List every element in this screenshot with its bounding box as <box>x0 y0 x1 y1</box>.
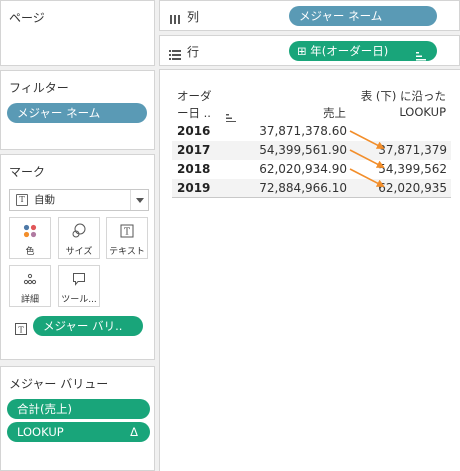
measure-values-title: メジャー バリュー <box>9 377 109 391</box>
mark-type-label: 自動 <box>34 194 55 206</box>
text-mark-icon: T <box>16 194 28 206</box>
svg-text:T: T <box>18 326 24 335</box>
rows-icon <box>169 45 181 64</box>
rows-shelf[interactable]: 行 ⊞ 年(オーダー日) <box>159 35 460 66</box>
pages-card[interactable]: ページ <box>0 0 155 66</box>
filters-card[interactable]: フィルター メジャー ネーム <box>0 70 155 150</box>
size-icon <box>59 223 99 238</box>
tableau-workspace: ページ フィルター メジャー ネーム マーク T 自動 色 サイズ T テキスト… <box>0 0 460 471</box>
marks-color-label: 色 <box>25 247 35 257</box>
marks-detail-label: 詳細 <box>20 295 39 305</box>
lookup-arrow <box>349 149 385 168</box>
measure-values-card: メジャー バリュー 合計(売上) LOOKUP Δ <box>0 366 155 471</box>
detail-icon <box>10 272 50 286</box>
marks-text-button[interactable]: T テキスト <box>106 217 148 259</box>
lookup-arrows <box>349 130 385 187</box>
measure-pill-lookup[interactable]: LOOKUP Δ <box>7 422 150 442</box>
measure-pill-lookup-label: LOOKUP <box>17 425 64 439</box>
marks-card-title: マーク <box>9 165 46 179</box>
text-icon: T <box>107 224 147 238</box>
chevron-down-icon <box>130 190 148 210</box>
rows-pill-order-year[interactable]: ⊞ 年(オーダー日) <box>289 41 437 61</box>
color-dots-icon <box>10 224 50 238</box>
rows-shelf-label: 行 <box>187 45 200 59</box>
delta-icon: Δ <box>130 425 138 439</box>
columns-shelf-label: 列 <box>187 10 200 24</box>
svg-text:T: T <box>124 228 130 238</box>
marks-tooltip-button[interactable]: ツール... <box>58 265 100 307</box>
marks-color-button[interactable]: 色 <box>9 217 51 259</box>
marks-card: マーク T 自動 色 サイズ T テキスト 詳細 ツール... T メジャー バ… <box>0 154 155 360</box>
columns-icon <box>169 10 181 29</box>
marks-size-button[interactable]: サイズ <box>58 217 100 259</box>
expand-icon: ⊞ <box>297 44 307 58</box>
lookup-arrow <box>349 168 385 187</box>
filter-pill-measure-names[interactable]: メジャー ネーム <box>7 103 147 123</box>
rows-pill-label: 年(オーダー日) <box>310 44 389 58</box>
marks-size-label: サイズ <box>65 247 93 257</box>
columns-shelf[interactable]: 列 メジャー ネーム <box>159 0 460 31</box>
text-pill-measure-values[interactable]: メジャー バリ.. <box>33 316 143 336</box>
pages-card-title: ページ <box>9 11 45 25</box>
lookup-arrow <box>349 130 385 149</box>
sort-icon <box>416 47 427 61</box>
marks-text-label: テキスト <box>109 247 145 257</box>
view-area[interactable]: オーダ ー日 .. 売上 表 (下) に沿った LOOKUP 2016 37,8… <box>159 69 460 471</box>
marks-detail-button[interactable]: 詳細 <box>9 265 51 307</box>
text-field-icon: T <box>15 320 27 335</box>
filters-card-title: フィルター <box>9 81 69 95</box>
marks-tooltip-label: ツール... <box>61 295 97 305</box>
tooltip-icon <box>59 272 99 286</box>
mark-type-dropdown[interactable]: T 自動 <box>9 189 149 211</box>
measure-pill-sum-sales[interactable]: 合計(売上) <box>7 399 150 419</box>
columns-pill-measure-names[interactable]: メジャー ネーム <box>289 6 437 26</box>
